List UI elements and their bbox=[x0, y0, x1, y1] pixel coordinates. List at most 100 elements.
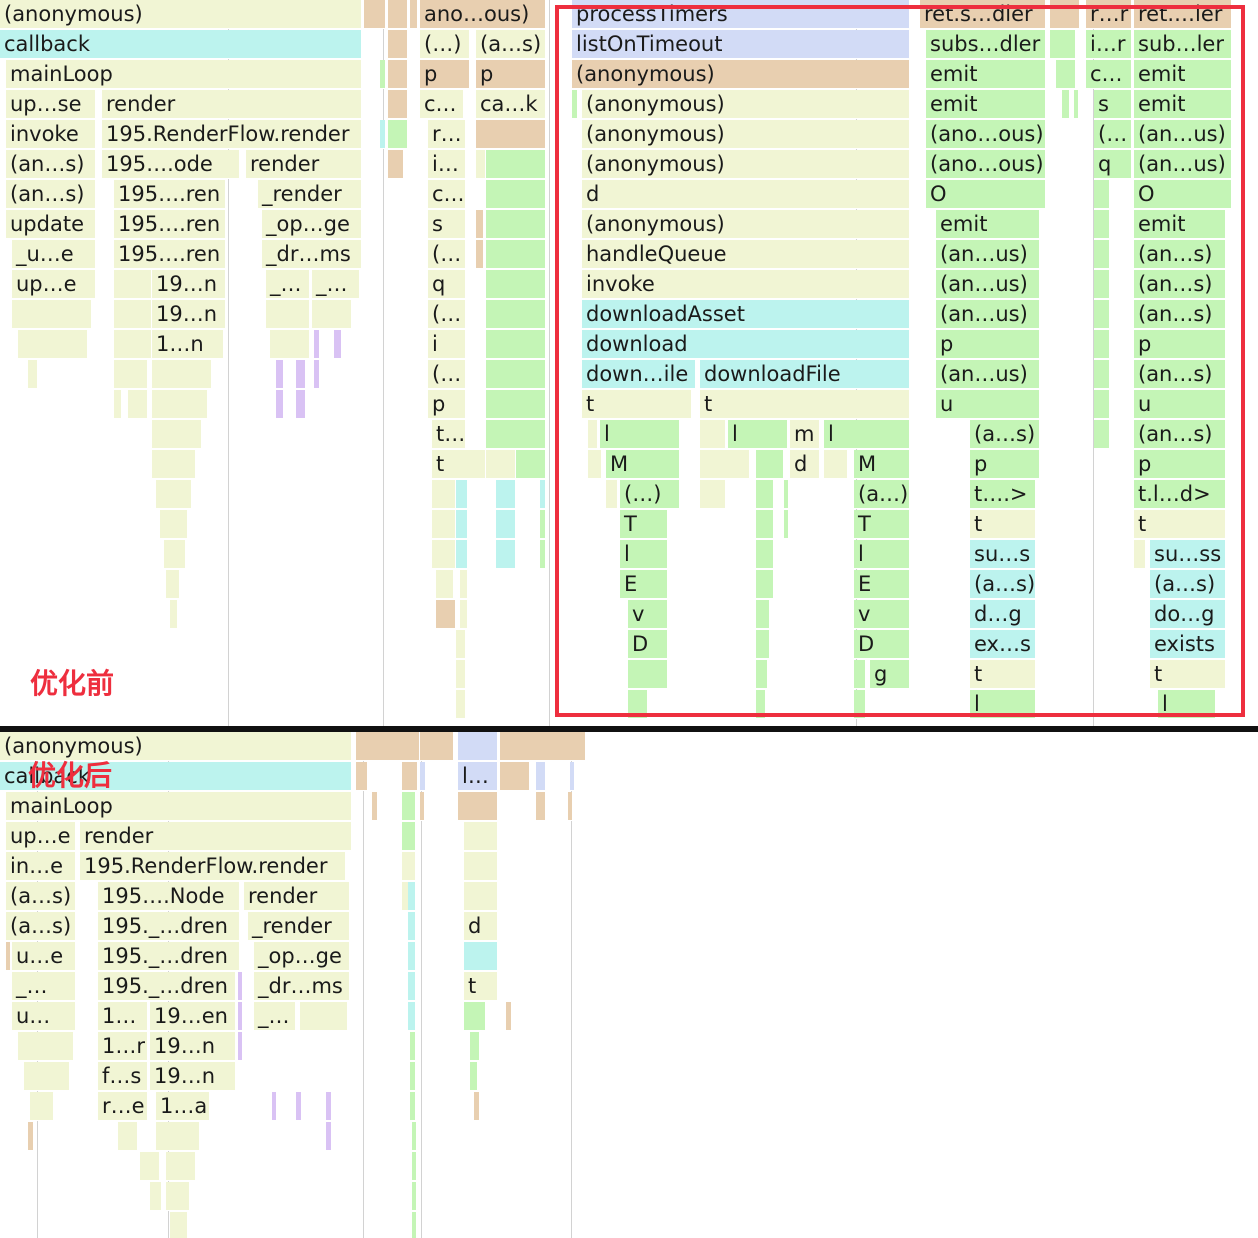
flame-frame[interactable] bbox=[1062, 90, 1070, 119]
flame-frame[interactable]: 195….Node bbox=[98, 882, 240, 911]
flame-frame[interactable] bbox=[628, 690, 648, 719]
flame-frame[interactable] bbox=[756, 630, 770, 659]
flame-frame[interactable]: invoke bbox=[6, 120, 96, 149]
flame-frame[interactable] bbox=[476, 240, 484, 269]
flame-frame[interactable] bbox=[1094, 420, 1110, 449]
flame-frame[interactable] bbox=[28, 360, 38, 389]
flame-frame[interactable] bbox=[756, 450, 784, 479]
flame-frame[interactable] bbox=[486, 180, 546, 209]
flame-frame[interactable]: ca…k bbox=[476, 90, 546, 119]
flame-frame[interactable]: update bbox=[6, 210, 96, 239]
flame-frame[interactable] bbox=[334, 330, 342, 359]
flame-frame[interactable]: i…r bbox=[1086, 30, 1132, 59]
flame-frame[interactable]: l bbox=[854, 540, 910, 569]
flame-frame[interactable]: u bbox=[1134, 390, 1226, 419]
flame-frame[interactable]: O bbox=[926, 180, 1046, 209]
flame-frame[interactable] bbox=[456, 510, 468, 539]
flame-frame[interactable] bbox=[496, 540, 516, 569]
flame-frame[interactable] bbox=[756, 690, 766, 719]
flame-frame[interactable]: u bbox=[936, 390, 1040, 419]
flame-frame[interactable] bbox=[1134, 540, 1146, 569]
flame-frame[interactable] bbox=[486, 390, 546, 419]
flame-frame[interactable]: l bbox=[1158, 690, 1216, 719]
flame-frame[interactable] bbox=[402, 762, 418, 791]
flame-frame[interactable] bbox=[588, 420, 598, 449]
flame-frame[interactable] bbox=[150, 1182, 162, 1211]
flame-frame[interactable] bbox=[388, 120, 408, 149]
flame-frame[interactable]: subs…dler bbox=[926, 30, 1046, 59]
flame-frame[interactable] bbox=[486, 360, 546, 389]
flame-frame[interactable] bbox=[152, 450, 196, 479]
flame-frame[interactable]: g bbox=[870, 660, 910, 689]
flame-frame[interactable] bbox=[364, 0, 386, 29]
flame-frame[interactable]: r…e bbox=[98, 1092, 148, 1121]
flame-frame[interactable] bbox=[272, 1092, 277, 1121]
flame-frame[interactable] bbox=[756, 660, 768, 689]
flame-frame[interactable] bbox=[276, 390, 284, 419]
flame-frame[interactable] bbox=[314, 330, 320, 359]
flame-frame[interactable]: ano…ous) bbox=[420, 0, 546, 29]
flame-frame[interactable] bbox=[476, 120, 546, 149]
flame-frame[interactable] bbox=[1074, 90, 1079, 119]
flame-frame[interactable] bbox=[464, 882, 498, 911]
flame-frame[interactable] bbox=[540, 480, 546, 509]
flame-frame[interactable]: d bbox=[790, 450, 820, 479]
flame-frame[interactable] bbox=[570, 762, 575, 791]
flame-frame[interactable] bbox=[6, 942, 11, 971]
flame-frame[interactable] bbox=[388, 150, 404, 179]
flame-frame[interactable] bbox=[388, 30, 408, 59]
flame-frame[interactable] bbox=[458, 792, 498, 821]
flame-frame[interactable] bbox=[18, 1032, 74, 1061]
flame-frame[interactable] bbox=[1050, 30, 1076, 59]
flame-frame[interactable]: (an…s) bbox=[1134, 420, 1226, 449]
flame-frame[interactable] bbox=[456, 690, 466, 719]
flame-frame[interactable]: (an…us) bbox=[936, 360, 1040, 389]
flame-frame[interactable] bbox=[238, 972, 243, 1001]
flame-frame[interactable]: (… bbox=[1094, 120, 1132, 149]
flame-frame[interactable]: (an…us) bbox=[1134, 150, 1232, 179]
flame-frame[interactable]: (a…) bbox=[854, 480, 910, 509]
flame-frame[interactable]: up…e bbox=[6, 822, 76, 851]
flame-frame[interactable]: sub…ler bbox=[1134, 30, 1232, 59]
flame-frame[interactable]: 195.RenderFlow.render bbox=[80, 852, 346, 881]
flame-frame[interactable]: downloadAsset bbox=[582, 300, 910, 329]
flame-frame[interactable]: l bbox=[600, 420, 680, 449]
flame-frame[interactable]: T bbox=[620, 510, 668, 539]
flame-frame[interactable]: E bbox=[620, 570, 668, 599]
flame-frame[interactable]: t….> bbox=[970, 480, 1036, 509]
flame-frame[interactable] bbox=[326, 1092, 332, 1121]
flame-frame[interactable] bbox=[140, 1152, 160, 1181]
flame-frame[interactable] bbox=[114, 360, 148, 389]
flame-frame[interactable]: (an…s) bbox=[1134, 240, 1226, 269]
flame-frame[interactable] bbox=[1094, 390, 1110, 419]
flame-frame[interactable]: (anonymous) bbox=[582, 120, 910, 149]
flame-frame[interactable]: (a…s) bbox=[6, 882, 76, 911]
flame-frame[interactable]: (anonymous) bbox=[582, 210, 910, 239]
flame-frame[interactable]: t… bbox=[432, 420, 466, 449]
flame-frame[interactable] bbox=[456, 480, 468, 509]
flame-frame[interactable]: render bbox=[246, 150, 362, 179]
flame-frame[interactable]: _dr…ms bbox=[254, 972, 350, 1001]
flame-frame[interactable]: _render bbox=[248, 912, 350, 941]
flame-frame[interactable]: 19…n bbox=[152, 270, 226, 299]
flame-frame[interactable] bbox=[628, 660, 668, 689]
flame-frame[interactable]: up…se bbox=[6, 90, 96, 119]
flame-frame[interactable]: p bbox=[1134, 330, 1226, 359]
flame-frame[interactable]: ret.s…dler bbox=[920, 0, 1046, 29]
flame-frame[interactable] bbox=[1094, 180, 1110, 209]
flame-frame[interactable] bbox=[756, 570, 774, 599]
flame-frame[interactable] bbox=[436, 600, 456, 629]
flame-frame[interactable] bbox=[470, 1062, 478, 1091]
flame-frame[interactable]: mainLoop bbox=[6, 792, 352, 821]
flame-frame[interactable] bbox=[572, 90, 578, 119]
flame-frame[interactable] bbox=[540, 510, 546, 539]
flame-frame[interactable] bbox=[606, 480, 618, 509]
flame-frame[interactable] bbox=[1094, 210, 1110, 239]
flame-frame[interactable]: emit bbox=[1134, 210, 1226, 239]
flame-frame[interactable] bbox=[486, 330, 546, 359]
flame-frame[interactable]: p bbox=[428, 390, 466, 419]
flame-frame[interactable] bbox=[588, 450, 602, 479]
flame-frame[interactable]: T bbox=[854, 510, 910, 539]
flame-frame[interactable] bbox=[756, 480, 774, 509]
flame-frame[interactable] bbox=[296, 360, 306, 389]
